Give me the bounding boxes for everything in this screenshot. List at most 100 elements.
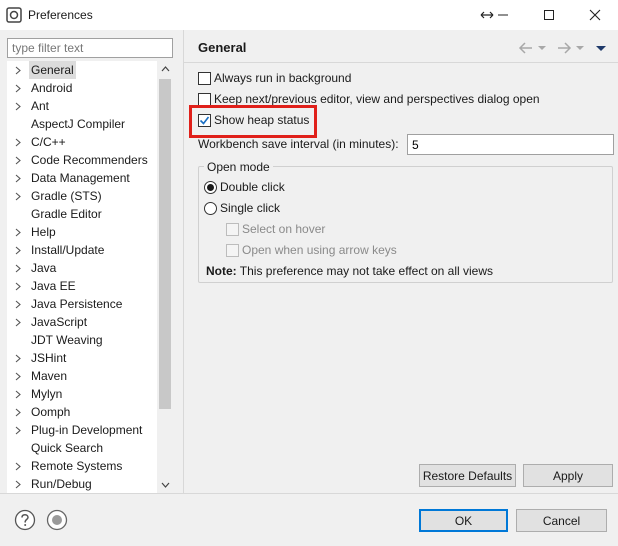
tree-item[interactable]: General — [7, 61, 157, 79]
save-interval-input[interactable] — [407, 134, 614, 155]
restore-defaults-button[interactable]: Restore Defaults — [419, 464, 516, 487]
always-run-background-checkbox[interactable] — [198, 71, 211, 85]
tree-item[interactable]: JSHint — [7, 349, 157, 367]
expand-arrow-icon[interactable] — [13, 277, 23, 295]
tree-item[interactable]: Mylyn — [7, 385, 157, 403]
tree-item[interactable]: Install/Update — [7, 241, 157, 259]
cancel-button[interactable]: Cancel — [516, 509, 607, 532]
expand-arrow-icon[interactable] — [13, 97, 23, 115]
tree-item-label: Plug-in Development — [31, 423, 143, 437]
expand-arrow-icon[interactable] — [13, 169, 23, 187]
expand-arrow-icon[interactable] — [13, 403, 23, 421]
maximize-button[interactable] — [526, 0, 572, 30]
help-icon[interactable] — [14, 509, 36, 531]
tree-item[interactable]: AspectJ Compiler — [7, 115, 157, 133]
expand-arrow-icon[interactable] — [13, 421, 23, 439]
scroll-up-icon[interactable] — [157, 61, 173, 77]
tree-item-label: Maven — [31, 369, 68, 383]
tree-item[interactable]: Data Management — [7, 169, 157, 187]
save-interval-label: Workbench save interval (in minutes): — [198, 137, 399, 151]
tree-item-label: Code Recommenders — [31, 153, 148, 167]
preferences-record-icon[interactable] — [46, 509, 68, 531]
select-on-hover-checkbox — [226, 222, 239, 236]
back-arrow-icon[interactable] — [518, 40, 534, 56]
tree-item[interactable]: Gradle Editor — [7, 205, 157, 223]
tree-item[interactable]: Code Recommenders — [7, 151, 157, 169]
minimize-button[interactable] — [480, 0, 526, 30]
eclipse-icon — [6, 7, 22, 23]
tree-item-label: Java Persistence — [31, 297, 123, 311]
open-arrow-keys-option: Open when using arrow keys — [226, 241, 397, 259]
back-dropdown-icon[interactable] — [538, 40, 546, 56]
tree-item[interactable]: Gradle (STS) — [7, 187, 157, 205]
tree-item[interactable]: Remote Systems — [7, 457, 157, 475]
tree-item[interactable]: Run/Debug — [7, 475, 157, 493]
tree-item[interactable]: C/C++ — [7, 133, 157, 151]
expand-arrow-icon[interactable] — [13, 385, 23, 403]
pane-divider[interactable] — [183, 30, 184, 493]
tree-item[interactable]: Plug-in Development — [7, 421, 157, 439]
expand-arrow-icon[interactable] — [13, 79, 23, 97]
always-run-background-label: Always run in background — [214, 71, 352, 85]
expand-arrow-icon[interactable] — [13, 367, 23, 385]
scroll-thumb[interactable] — [159, 79, 171, 409]
expand-arrow-icon[interactable] — [13, 313, 23, 331]
filter-input[interactable] — [7, 38, 173, 58]
scroll-down-icon[interactable] — [157, 477, 173, 493]
expand-arrow-icon[interactable] — [13, 151, 23, 169]
footer-divider — [0, 493, 618, 494]
forward-arrow-icon[interactable] — [556, 40, 572, 56]
tree-item[interactable]: Java EE — [7, 277, 157, 295]
tree-item-label: Gradle Editor — [31, 207, 102, 221]
tree-item[interactable]: JDT Weaving — [7, 331, 157, 349]
tree-item-label: Quick Search — [31, 441, 104, 455]
expand-arrow-icon[interactable] — [13, 259, 23, 277]
keep-dialog-open-checkbox[interactable] — [198, 92, 211, 106]
tree-item-label: General — [29, 61, 76, 79]
tree-item[interactable]: Quick Search — [7, 439, 157, 457]
open-arrow-keys-label: Open when using arrow keys — [242, 243, 397, 257]
apply-button[interactable]: Apply — [523, 464, 613, 487]
note-prefix: Note: — [206, 264, 237, 278]
tree-item-label: Java EE — [31, 279, 76, 293]
expand-arrow-icon[interactable] — [13, 133, 23, 151]
single-click-label: Single click — [220, 201, 281, 215]
tree-item[interactable]: Ant — [7, 97, 157, 115]
tree-item[interactable]: Java — [7, 259, 157, 277]
expand-arrow-icon[interactable] — [13, 349, 23, 367]
double-click-option[interactable]: Double click — [204, 178, 285, 196]
page-title: General — [198, 40, 247, 55]
note-body: This preference may not take effect on a… — [236, 264, 494, 278]
tree-item-label: JSHint — [31, 351, 67, 365]
tree-item[interactable]: Java Persistence — [7, 295, 157, 313]
tree-item[interactable]: Android — [7, 79, 157, 97]
tree-item-label: AspectJ Compiler — [31, 117, 126, 131]
tree-item[interactable]: Oomph — [7, 403, 157, 421]
expand-arrow-icon[interactable] — [13, 61, 23, 79]
preference-tree[interactable]: General Android Ant AspectJ Compiler C/C++ Co… — [7, 61, 173, 493]
tree-item-label: JDT Weaving — [31, 333, 103, 347]
tree-scrollbar[interactable] — [157, 61, 173, 493]
always-run-background-option[interactable]: Always run in background — [198, 69, 351, 87]
double-click-radio[interactable] — [204, 180, 217, 194]
ok-button[interactable]: OK — [419, 509, 508, 532]
tree-item-label: Oomph — [31, 405, 71, 419]
view-menu-icon[interactable] — [596, 40, 606, 56]
expand-arrow-icon[interactable] — [13, 457, 23, 475]
tree-item[interactable]: Maven — [7, 367, 157, 385]
expand-arrow-icon[interactable] — [13, 187, 23, 205]
expand-arrow-icon[interactable] — [13, 241, 23, 259]
single-click-option[interactable]: Single click — [204, 199, 280, 217]
title-bar: Preferences — [0, 0, 618, 30]
tree-item[interactable]: JavaScript — [7, 313, 157, 331]
select-on-hover-label: Select on hover — [242, 222, 326, 236]
expand-arrow-icon[interactable] — [13, 295, 23, 313]
close-button[interactable] — [572, 0, 618, 30]
forward-dropdown-icon[interactable] — [576, 40, 584, 56]
single-click-radio[interactable] — [204, 201, 217, 215]
tree-item-label: C/C++ — [31, 135, 66, 149]
expand-arrow-icon[interactable] — [13, 475, 23, 493]
expand-arrow-icon[interactable] — [13, 223, 23, 241]
tree-item[interactable]: Help — [7, 223, 157, 241]
header-separator — [184, 62, 618, 63]
